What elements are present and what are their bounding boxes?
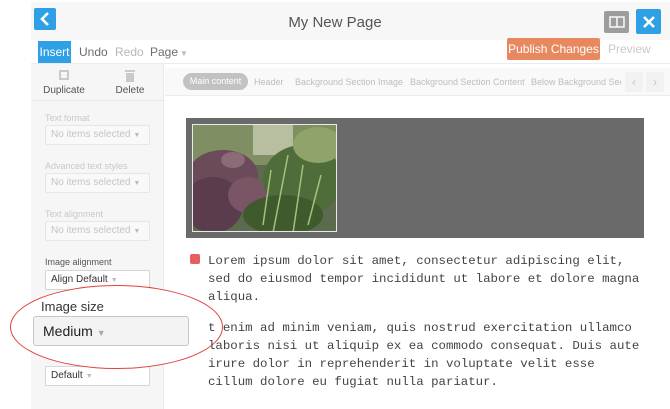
publish-changes-button[interactable]: Publish Changes [507, 38, 600, 60]
advanced-text-styles-label: Advanced text styles [45, 161, 128, 171]
chevron-down-icon: ▼ [133, 132, 141, 139]
image-size-value: Medium [43, 323, 93, 339]
chevron-down-icon: ▼ [133, 228, 141, 235]
paragraph-1[interactable]: Lorem ipsum dolor sit amet, consectetur … [208, 252, 639, 306]
page-menu-label: Page [150, 45, 179, 59]
text-format-value: No items selected [51, 129, 131, 140]
chevron-down-icon: ▼ [133, 180, 141, 187]
chevron-down-icon: ▼ [180, 49, 188, 58]
close-icon [642, 15, 655, 28]
preview-button[interactable]: Preview [608, 42, 651, 56]
chevron-down-icon: ▼ [110, 277, 118, 284]
text-block-marker[interactable] [190, 254, 200, 264]
duplicate-button[interactable]: Duplicate [31, 68, 97, 96]
text-alignment-value: No items selected [51, 225, 131, 236]
text-format-label: Text format [45, 113, 90, 123]
plant-photo-graphic [193, 125, 336, 231]
page-editor: My New Page Insert Undo Redo Page ▼ Publi… [0, 0, 670, 409]
tab-background-section-content[interactable]: Background Section Content [410, 77, 525, 87]
paragraph-2[interactable]: t enim ad minim veniam, quis nostrud exe… [208, 319, 639, 391]
delete-label: Delete [115, 85, 145, 96]
tab-below-background-section[interactable]: Below Background Secti [531, 77, 621, 87]
chevron-down-icon: ▼ [96, 328, 106, 338]
trash-icon [125, 70, 135, 82]
chevron-down-icon: ▼ [85, 373, 93, 380]
tab-next-button[interactable]: › [646, 72, 664, 92]
plant-photo[interactable] [192, 124, 337, 232]
image-alignment-label: Image alignment [45, 257, 112, 267]
text-alignment-select[interactable]: No items selected ▼ [45, 221, 150, 241]
image-size-select[interactable]: Medium ▼ [33, 316, 189, 346]
duplicate-label: Duplicate [43, 85, 85, 96]
text-format-select[interactable]: No items selected ▼ [45, 125, 150, 145]
tab-main-content[interactable]: Main content [183, 73, 248, 90]
layout-toggle-icon [608, 16, 625, 28]
advanced-value: Default [51, 370, 83, 381]
advanced-select[interactable]: Default ▼ [45, 366, 150, 386]
advanced-text-styles-select[interactable]: No items selected ▼ [45, 173, 150, 193]
close-button[interactable] [636, 9, 661, 34]
text-alignment-label: Text alignment [45, 209, 104, 219]
undo-button[interactable]: Undo [79, 45, 108, 59]
redo-button[interactable]: Redo [115, 45, 144, 59]
tab-prev-button[interactable]: ‹ [625, 72, 643, 92]
tab-background-section-image[interactable]: Background Section Image [295, 77, 403, 87]
insert-button[interactable]: Insert [38, 41, 71, 63]
chevron-left-icon: ‹ [632, 75, 636, 89]
page-title: My New Page [288, 14, 382, 31]
image-size-label: Image size [41, 299, 104, 314]
image-alignment-value: Align Default [51, 274, 108, 285]
advanced-text-styles-value: No items selected [51, 177, 131, 188]
page-menu[interactable]: Page ▼ [150, 45, 188, 59]
chevron-right-icon: › [653, 75, 657, 89]
layout-toggle-button[interactable] [604, 11, 629, 33]
duplicate-icon [59, 70, 69, 80]
panel-divider [31, 100, 164, 101]
delete-button[interactable]: Delete [97, 68, 163, 96]
tab-header[interactable]: Header [254, 77, 284, 87]
